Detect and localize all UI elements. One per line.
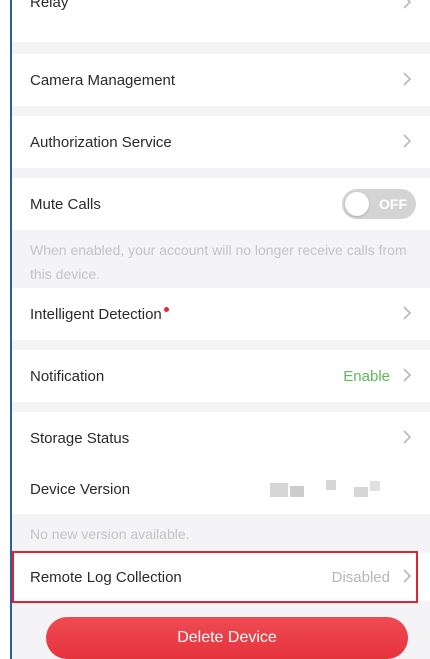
- settings-row-authorization-service[interactable]: Authorization Service: [12, 116, 430, 168]
- intelligent-detection-label-wrap: Intelligent Detection: [30, 306, 402, 323]
- chevron-right-icon: [402, 133, 416, 151]
- storage-status-label: Storage Status: [30, 429, 130, 447]
- red-dot-icon: [163, 306, 169, 312]
- mute-calls-label: Mute Calls: [30, 195, 101, 213]
- mute-calls-hint: When enabled, your account will no longe…: [30, 242, 407, 282]
- settings-row-relay[interactable]: Relay: [12, 0, 430, 42]
- mute-calls-toggle[interactable]: OFF: [342, 189, 416, 219]
- authorization-service-label: Authorization Service: [30, 133, 172, 151]
- settings-row-storage-status[interactable]: Storage Status: [12, 412, 430, 464]
- settings-row-device-version: Device Version: [12, 464, 430, 514]
- toggle-knob: [345, 192, 369, 216]
- camera-management-label: Camera Management: [30, 71, 176, 89]
- chevron-right-icon: [402, 71, 416, 89]
- highlight-box: [12, 551, 418, 603]
- relay-label: Relay: [30, 0, 69, 11]
- settings-row-notification[interactable]: Notification Enable: [12, 350, 430, 402]
- settings-row-mute-calls: Mute Calls OFF: [12, 178, 430, 230]
- settings-row-camera-management[interactable]: Camera Management: [12, 54, 430, 106]
- notification-value: Enable: [343, 367, 390, 385]
- chevron-right-icon: [402, 0, 416, 12]
- device-version-hint: No new version available.: [12, 514, 430, 546]
- device-version-redacted: [270, 474, 410, 504]
- delete-device-button[interactable]: Delete Device: [46, 617, 408, 659]
- chevron-right-icon: [402, 367, 416, 385]
- intelligent-detection-label: Intelligent Detection: [30, 305, 162, 323]
- settings-row-intelligent-detection[interactable]: Intelligent Detection: [12, 288, 430, 340]
- toggle-state-text: OFF: [379, 196, 407, 212]
- notification-label: Notification: [30, 367, 105, 385]
- device-version-label: Device Version: [30, 480, 131, 498]
- chevron-right-icon: [402, 429, 416, 447]
- chevron-right-icon: [402, 305, 416, 323]
